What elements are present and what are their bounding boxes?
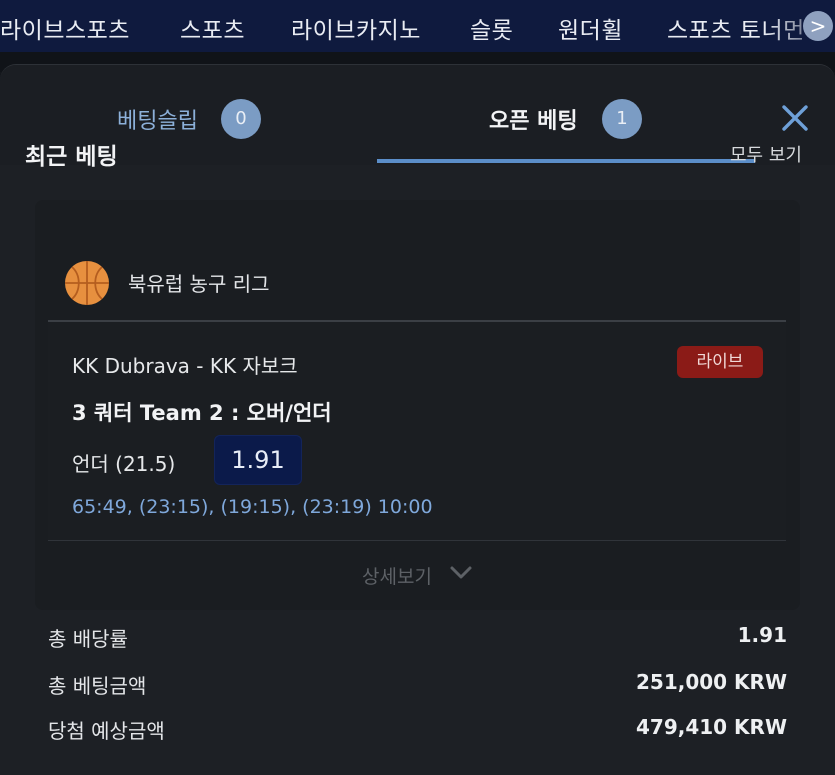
odds-button[interactable]: 1.91	[214, 435, 302, 485]
details-toggle[interactable]: 상세보기	[362, 562, 432, 589]
match-name: KK Dubrava - KK 자보크	[72, 354, 298, 378]
selection-name: 언더 (21.5)	[72, 452, 176, 476]
nav-item-live-casino[interactable]: 라이브카지노	[291, 11, 421, 45]
potential-win-label: 당첨 예상금액	[48, 719, 165, 743]
recent-bets-title: 최근 베팅	[25, 144, 118, 170]
live-badge: 라이브	[677, 346, 763, 378]
tab-betslip[interactable]: 베팅슬립	[117, 103, 198, 135]
live-score: 65:49, (23:15), (19:15), (23:19) 10:00	[72, 496, 433, 518]
divider	[48, 540, 786, 541]
total-stake-value: 251,000 KRW	[635, 670, 787, 694]
league-name: 북유럽 농구 리그	[128, 272, 270, 296]
view-all-link[interactable]: 모두 보기	[730, 141, 802, 167]
nav-next-arrow-icon[interactable]: >	[803, 11, 833, 41]
chevron-down-icon[interactable]	[449, 562, 473, 584]
top-nav: 라이브스포츠 스포츠 라이브카지노 슬롯 원더휠 스포츠 토너먼 >	[0, 0, 835, 52]
open-bets-count-badge: 1	[602, 99, 642, 139]
nav-item-wonder-wheel[interactable]: 원더휠	[558, 11, 623, 45]
basketball-icon	[65, 261, 109, 305]
nav-item-slots[interactable]: 슬롯	[470, 11, 513, 45]
panel-tabs: 베팅슬립 0 오픈 베팅 1	[0, 65, 835, 165]
active-tab-indicator	[377, 159, 755, 163]
close-icon[interactable]	[778, 101, 812, 135]
nav-item-sports[interactable]: 스포츠	[180, 11, 245, 45]
potential-win-value: 479,410 KRW	[635, 715, 787, 739]
total-odds-label: 총 배당률	[48, 627, 128, 651]
total-odds-value: 1.91	[737, 623, 787, 647]
market-name: 3 쿼터 Team 2 : 오버/언더	[72, 401, 332, 425]
total-stake-label: 총 베팅금액	[48, 674, 147, 698]
betslip-count-badge: 0	[221, 99, 261, 139]
tab-open-bets[interactable]: 오픈 베팅	[489, 103, 578, 135]
nav-item-live-sports[interactable]: 라이브스포츠	[0, 11, 130, 45]
